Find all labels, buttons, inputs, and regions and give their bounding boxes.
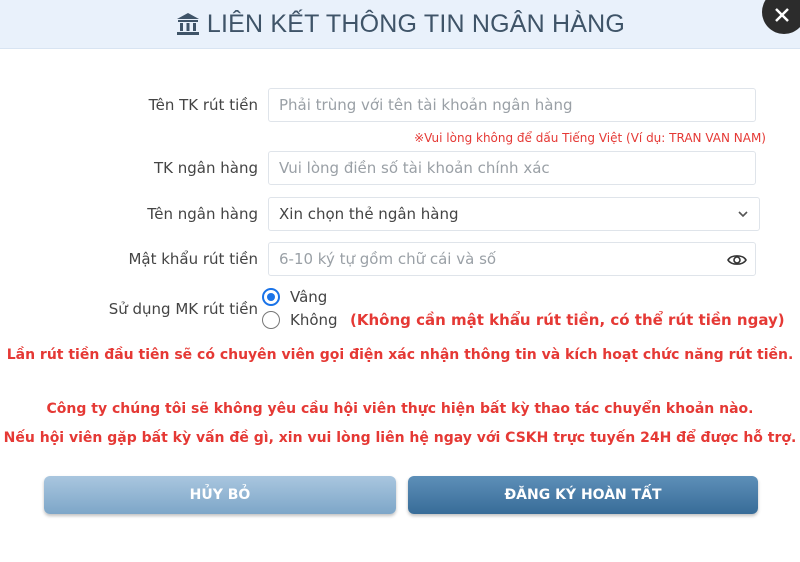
close-icon [775, 8, 789, 22]
no-password-note: (Không cần mật khẩu rút tiền, có thể rút… [350, 311, 785, 329]
warning-line-1: Lần rút tiền đầu tiên sẽ có chuyên viên … [6, 347, 794, 363]
submit-button[interactable]: ĐĂNG KÝ HOÀN TẤT [408, 476, 758, 514]
cancel-button[interactable]: HỦY BỎ [44, 476, 396, 514]
bank-account-label: TK ngân hàng [154, 159, 258, 177]
dialog-title-text: LIÊN KẾT THÔNG TIN NGÂN HÀNG [206, 9, 626, 38]
bank-name-select[interactable]: Xin chọn thẻ ngân hàng [268, 197, 760, 231]
account-name-note: ※Vui lòng không để dấu Tiếng Việt (Ví dụ… [414, 131, 766, 145]
bank-account-field[interactable] [268, 151, 756, 185]
bank-name-select-box[interactable]: Xin chọn thẻ ngân hàng [269, 198, 759, 230]
account-name-input[interactable] [269, 89, 755, 121]
bank-name-label: Tên ngân hàng [147, 205, 258, 223]
radio-no-label: Không [290, 311, 338, 329]
radio-option-yes[interactable]: Vâng [262, 288, 327, 306]
use-password-label: Sử dụng MK rút tiền [108, 300, 258, 318]
bank-account-input[interactable] [269, 152, 755, 184]
radio-yes-label: Vâng [290, 288, 328, 306]
warning-line-3: Nếu hội viên gặp bất kỳ vấn đề gì, xin v… [3, 430, 797, 446]
dialog-title: LIÊN KẾT THÔNG TIN NGÂN HÀNG [175, 10, 625, 39]
bank-name-selected: Xin chọn thẻ ngân hàng [279, 205, 459, 223]
radio-no[interactable] [262, 311, 280, 329]
warning-line-2: Công ty chúng tôi sẽ không yêu cầu hội v… [46, 401, 754, 417]
withdraw-password-input[interactable] [269, 243, 755, 275]
radio-option-no[interactable]: Không [262, 311, 338, 329]
eye-icon[interactable] [727, 250, 747, 270]
chevron-down-icon [738, 211, 748, 218]
radio-yes[interactable] [262, 288, 280, 306]
withdraw-password-label: Mật khẩu rút tiền [128, 250, 258, 268]
account-name-label: Tên TK rút tiền [148, 96, 258, 114]
bank-icon [175, 11, 201, 37]
account-name-field[interactable] [268, 88, 756, 122]
dialog-header: LIÊN KẾT THÔNG TIN NGÂN HÀNG [0, 0, 800, 49]
withdraw-password-field[interactable] [268, 242, 756, 276]
